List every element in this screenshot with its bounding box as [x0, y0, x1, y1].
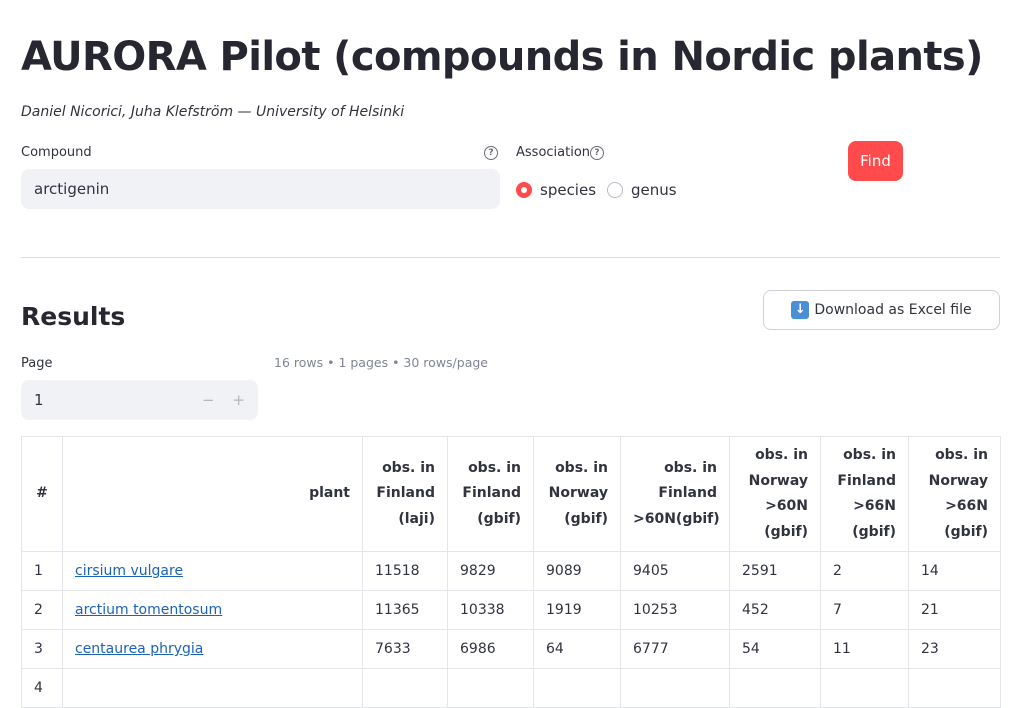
- table-cell: 9089: [533, 551, 621, 591]
- table-cell: 9829: [447, 551, 534, 591]
- association-help-icon[interactable]: ?: [590, 146, 604, 160]
- table-row: 4: [21, 668, 1001, 708]
- column-header[interactable]: obs. in Finland >60N(gbif): [620, 436, 730, 552]
- radio-unselected-icon: [607, 182, 623, 198]
- plant-cell: cirsium vulgare: [62, 551, 363, 591]
- plant-cell: [62, 668, 363, 708]
- compound-label: Compound: [21, 145, 92, 160]
- decrement-button[interactable]: −: [202, 391, 215, 409]
- table-row: 2 arctium tomentosum 11365 10338 1919 10…: [21, 590, 1001, 630]
- compound-help-icon[interactable]: ?: [484, 146, 498, 160]
- table-cell: 23: [908, 629, 1001, 669]
- compound-input[interactable]: arctigenin: [21, 169, 500, 209]
- radio-genus-label: genus: [631, 181, 677, 199]
- plant-link[interactable]: cirsium vulgare: [75, 563, 183, 579]
- column-header[interactable]: obs. in Norway >66N (gbif): [908, 436, 1001, 552]
- page-number-input[interactable]: 1 − +: [21, 380, 258, 420]
- plant-cell: centaurea phrygia: [62, 629, 363, 669]
- column-header[interactable]: obs. in Finland (gbif): [447, 436, 534, 552]
- plant-link[interactable]: centaurea phrygia: [75, 641, 203, 657]
- table-cell: 7633: [362, 629, 448, 669]
- table-cell: 10338: [447, 590, 534, 630]
- table-cell: [447, 668, 534, 708]
- table-header-row: # plant obs. in Finland (laji) obs. in F…: [21, 436, 1001, 552]
- plant-cell: arctium tomentosum: [62, 590, 363, 630]
- increment-button[interactable]: +: [232, 391, 245, 409]
- table-cell: 6986: [447, 629, 534, 669]
- table-cell: 1919: [533, 590, 621, 630]
- authors-caption: Daniel Nicorici, Juha Klefström — Univer…: [21, 104, 405, 120]
- section-divider: [21, 257, 1000, 258]
- table-cell: 10253: [620, 590, 730, 630]
- table-cell: [533, 668, 621, 708]
- row-index: 1: [21, 551, 63, 591]
- page-number-value: 1: [34, 391, 44, 409]
- column-header[interactable]: #: [21, 436, 63, 552]
- table-cell: 64: [533, 629, 621, 669]
- table-cell: [908, 668, 1001, 708]
- table-cell: 7: [820, 590, 909, 630]
- column-header[interactable]: obs. in Finland (laji): [362, 436, 448, 552]
- results-heading: Results: [21, 302, 126, 331]
- compound-input-value: arctigenin: [34, 180, 110, 198]
- table-cell: 11518: [362, 551, 448, 591]
- download-label: Download as Excel file: [814, 302, 972, 318]
- table-cell: 6777: [620, 629, 730, 669]
- results-meta: 16 rows • 1 pages • 30 rows/page: [274, 355, 488, 370]
- column-header[interactable]: obs. in Norway (gbif): [533, 436, 621, 552]
- table-cell: [362, 668, 448, 708]
- table-row: 1 cirsium vulgare 11518 9829 9089 9405 2…: [21, 551, 1001, 591]
- table-cell: 452: [729, 590, 821, 630]
- down-arrow-icon: ↓: [791, 301, 810, 319]
- column-header[interactable]: obs. in Finland >66N (gbif): [820, 436, 909, 552]
- table-cell: 2591: [729, 551, 821, 591]
- radio-genus[interactable]: genus: [607, 181, 677, 199]
- plant-link[interactable]: arctium tomentosum: [75, 602, 222, 618]
- table-cell: 11365: [362, 590, 448, 630]
- row-index: 4: [21, 668, 63, 708]
- radio-species-label: species: [540, 181, 597, 199]
- page-stepper: − +: [202, 391, 245, 409]
- radio-species[interactable]: species: [516, 181, 596, 199]
- table-cell: 14: [908, 551, 1001, 591]
- table-cell: 2: [820, 551, 909, 591]
- table-row: 3 centaurea phrygia 7633 6986 64 6777 54…: [21, 629, 1001, 669]
- results-table: # plant obs. in Finland (laji) obs. in F…: [21, 436, 1001, 708]
- table-cell: [729, 668, 821, 708]
- row-index: 3: [21, 629, 63, 669]
- find-button[interactable]: Find: [848, 141, 903, 181]
- table-cell: 11: [820, 629, 909, 669]
- row-index: 2: [21, 590, 63, 630]
- table-cell: 54: [729, 629, 821, 669]
- radio-selected-icon: [516, 182, 532, 198]
- column-header[interactable]: plant: [62, 436, 363, 552]
- table-cell: [620, 668, 730, 708]
- table-cell: 21: [908, 590, 1001, 630]
- association-label: Association: [516, 145, 591, 160]
- table-cell: 9405: [620, 551, 730, 591]
- column-header[interactable]: obs. in Norway >60N (gbif): [729, 436, 821, 552]
- table-cell: [820, 668, 909, 708]
- download-excel-button[interactable]: ↓ Download as Excel file: [763, 290, 1000, 330]
- page-label: Page: [21, 356, 53, 371]
- page-title: AURORA Pilot (compounds in Nordic plants…: [21, 34, 983, 80]
